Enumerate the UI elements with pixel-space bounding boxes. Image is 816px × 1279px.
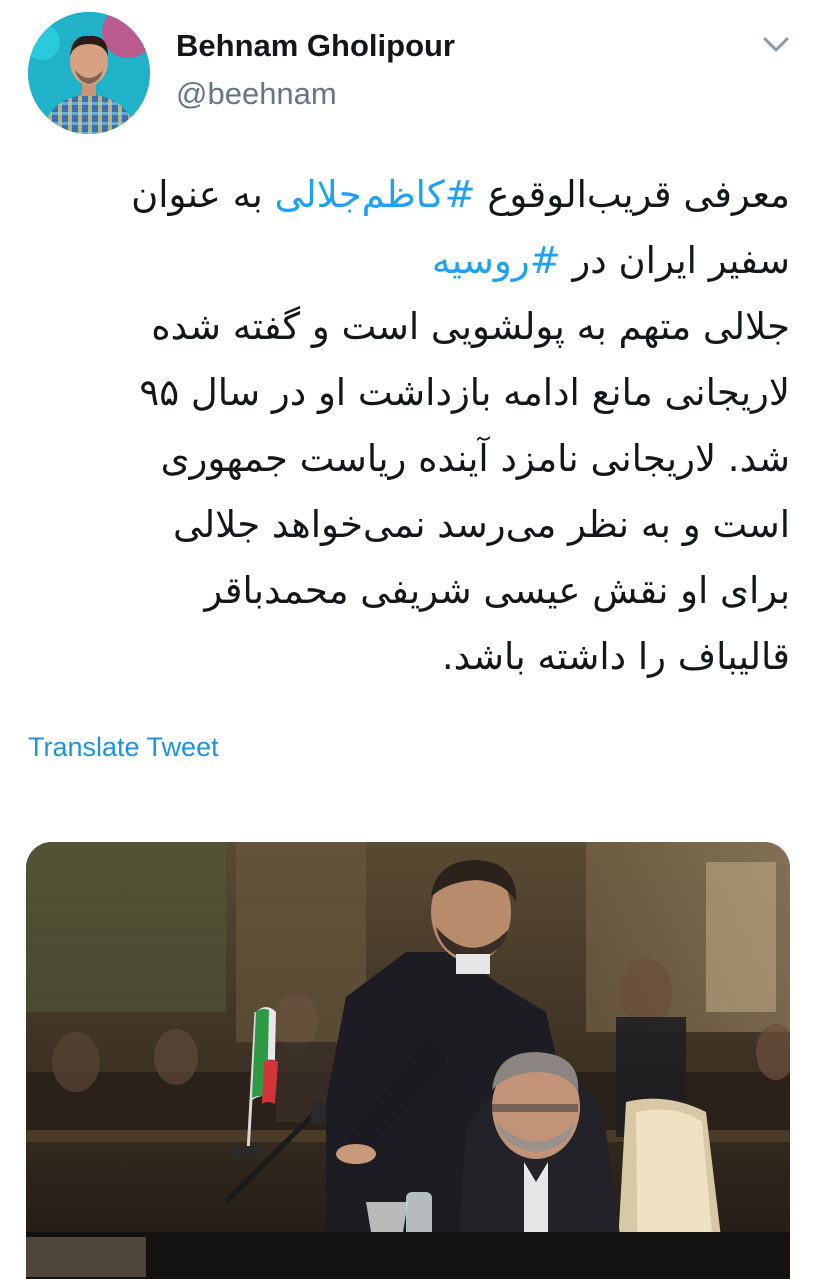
chevron-down-icon[interactable] bbox=[760, 30, 792, 58]
tweet-text-segment: معرفی قریب‌الوقوع bbox=[475, 173, 790, 216]
hashtag-link[interactable]: #کاظم‌جلالی bbox=[275, 173, 476, 216]
author-name[interactable]: Behnam Gholipour bbox=[176, 28, 455, 64]
tweet-text-segment: سفیر ایران در bbox=[560, 239, 790, 282]
tweet-text-line: است و به نظر می‌رسد نمی‌خواهد جلالی bbox=[24, 492, 790, 558]
tweet-text-segment: است و به نظر می‌رسد نمی‌خواهد جلالی bbox=[173, 503, 790, 546]
tweet-text-line: برای او نقش عیسی شریفی محمدباقر bbox=[24, 558, 790, 624]
tweet-text-segment: جلالی متهم به پولشویی است و گفته شده bbox=[151, 305, 790, 348]
hashtag-link[interactable]: #روسیه bbox=[432, 239, 561, 282]
tweet-text-line: سفیر ایران در #روسیه bbox=[24, 228, 790, 294]
tweet-text-segment: قالیباف را داشته باشد. bbox=[441, 635, 790, 678]
translate-tweet-link[interactable]: Translate Tweet bbox=[28, 732, 219, 763]
tweet-text-segment: شد. لاریجانی نامزد آینده ریاست جمهوری bbox=[160, 437, 790, 480]
tweet-text-segment: لاریجانی مانع ادامه بازداشت او در سال ۹۵ bbox=[139, 371, 790, 414]
tweet-card: Behnam Gholipour @beehnam معرفی قریب‌الو… bbox=[0, 0, 816, 1279]
author-avatar[interactable] bbox=[28, 12, 150, 134]
tweet-text-line: قالیباف را داشته باشد. bbox=[24, 624, 790, 690]
tweet-text-line: معرفی قریب‌الوقوع #کاظم‌جلالی به عنوان bbox=[24, 162, 790, 228]
tweet-text-line: شد. لاریجانی نامزد آینده ریاست جمهوری bbox=[24, 426, 790, 492]
tweet-text-segment: به عنوان bbox=[131, 173, 275, 216]
tweet-media-photo[interactable] bbox=[26, 842, 790, 1279]
tweet-text-line: لاریجانی مانع ادامه بازداشت او در سال ۹۵ bbox=[24, 360, 790, 426]
tweet-text-line: جلالی متهم به پولشویی است و گفته شده bbox=[24, 294, 790, 360]
photo-icon bbox=[26, 842, 790, 1279]
tweet-text: معرفی قریب‌الوقوع #کاظم‌جلالی به عنوان سف… bbox=[24, 162, 790, 690]
avatar-photo-icon bbox=[28, 12, 150, 134]
author-handle[interactable]: @beehnam bbox=[176, 76, 337, 112]
tweet-text-segment: برای او نقش عیسی شریفی محمدباقر bbox=[204, 569, 790, 612]
